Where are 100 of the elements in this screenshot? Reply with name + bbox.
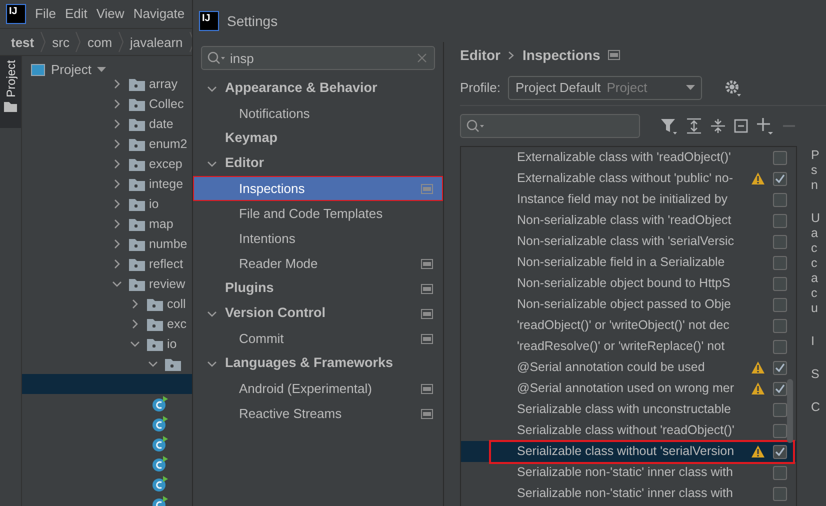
expand-chevron-icon[interactable]	[112, 99, 122, 110]
tree-row[interactable]: exc	[22, 314, 192, 334]
filter-icon[interactable]	[660, 117, 678, 135]
collapse-chevron-icon[interactable]	[207, 84, 217, 94]
expand-chevron-icon[interactable]	[112, 219, 122, 230]
tree-row[interactable]: numbe	[22, 234, 192, 254]
expand-chevron-icon[interactable]	[130, 319, 140, 330]
breadcrumb-item[interactable]: src	[52, 32, 70, 52]
settings-tree-item[interactable]: File and Code Templates	[193, 201, 443, 226]
expand-chevron-icon[interactable]	[112, 139, 122, 150]
expand-chevron-icon[interactable]	[112, 199, 122, 210]
tree-item[interactable]: io	[167, 334, 177, 354]
settings-tree-item[interactable]: Reactive Streams	[193, 401, 443, 426]
breadcrumb-item[interactable]: Editor	[460, 44, 500, 66]
search-field[interactable]: insp	[201, 46, 435, 70]
tree-item[interactable]: review	[149, 274, 186, 294]
expand-chevron-icon[interactable]	[112, 159, 122, 170]
tree-item[interactable]: numbe	[149, 234, 188, 254]
checkbox[interactable]	[773, 486, 787, 500]
settings-tree-item[interactable]: Appearance & Behavior	[193, 76, 443, 101]
inspection-row[interactable]: 'readObject()' or 'writeObject()' not dec	[461, 315, 796, 336]
checkbox[interactable]	[773, 424, 787, 438]
tree-item[interactable]: coll	[167, 294, 186, 314]
inspection-row[interactable]: Instance field may not be initialized by	[461, 189, 796, 210]
inspection-row[interactable]: @Serial annotation could be used	[461, 357, 796, 378]
inspection-row[interactable]: Serializable non-'static' inner class with	[461, 483, 796, 504]
checkbox[interactable]	[773, 382, 787, 396]
expand-chevron-icon[interactable]	[130, 299, 140, 310]
tree-row[interactable]: enum2	[22, 134, 192, 154]
tree-item[interactable]: array	[149, 74, 178, 94]
expand-chevron-icon[interactable]	[112, 179, 122, 190]
settings-tree-item[interactable]: Commit	[193, 326, 443, 351]
tree-item[interactable]: enum2	[149, 134, 188, 154]
collapse-chevron-icon[interactable]	[207, 308, 217, 318]
expand-all-icon[interactable]	[686, 118, 702, 134]
settings-tree-item[interactable]: Version Control	[193, 301, 443, 326]
checkbox[interactable]	[773, 318, 787, 332]
expand-chevron-icon[interactable]	[112, 259, 122, 270]
collapse-chevron-icon[interactable]	[207, 358, 217, 368]
expand-chevron-icon[interactable]	[112, 79, 122, 90]
collapse-chevron-icon[interactable]	[207, 158, 217, 168]
tree-row[interactable]: review	[22, 274, 192, 294]
checkbox[interactable]	[773, 466, 787, 480]
tree-row[interactable]: map	[22, 214, 192, 234]
inspection-row[interactable]: Non-serializable object passed to Obje	[461, 294, 796, 315]
collapse-icon[interactable]	[734, 119, 748, 133]
checkbox[interactable]	[773, 192, 787, 206]
add-icon[interactable]	[756, 117, 774, 135]
panel-title[interactable]: Project	[51, 60, 92, 80]
tree-item[interactable]: excep	[149, 154, 182, 174]
inspection-row[interactable]: Non-serializable class with 'serialVersic	[461, 231, 796, 252]
inspection-row[interactable]: Externalizable class without 'public' no-	[461, 168, 796, 189]
tree-row[interactable]: date	[22, 114, 192, 134]
settings-tree-item[interactable]: Languages & Frameworks	[193, 351, 443, 376]
tree-row[interactable]: Collec	[22, 94, 192, 114]
collapse-chevron-icon[interactable]	[148, 359, 158, 370]
tree-item[interactable]: map	[149, 214, 174, 234]
tree-item[interactable]: Collec	[149, 94, 184, 114]
collapse-all-icon[interactable]	[710, 118, 726, 134]
tree-item[interactable]: exc	[167, 314, 186, 334]
breadcrumb-item[interactable]: javalearn	[130, 32, 183, 52]
collapse-chevron-icon[interactable]	[130, 339, 140, 350]
checkbox[interactable]	[773, 298, 787, 312]
tree-row[interactable]: intege	[22, 174, 192, 194]
inspection-row[interactable]: 'readResolve()' or 'writeReplace()' not	[461, 336, 796, 357]
checkbox[interactable]	[773, 360, 787, 374]
breadcrumb-item[interactable]: test	[11, 32, 34, 52]
breadcrumb-item[interactable]: Inspections	[522, 44, 600, 66]
tree-item[interactable]: reflect	[149, 254, 184, 274]
settings-tree-item[interactable]: Keymap	[193, 126, 443, 151]
checkbox[interactable]	[773, 444, 787, 458]
tree-item[interactable]: intege	[149, 174, 184, 194]
checkbox[interactable]	[773, 340, 787, 354]
tree-row[interactable]: excep	[22, 154, 192, 174]
inspection-row[interactable]: Serializable class with unconstructable	[461, 399, 796, 420]
settings-tree-item[interactable]: Reader Mode	[193, 251, 443, 276]
checkbox[interactable]	[773, 276, 787, 290]
tree-item[interactable]: date	[149, 114, 174, 134]
expand-chevron-icon[interactable]	[112, 119, 122, 130]
inspection-row[interactable]: Non-serializable object bound to HttpS	[461, 273, 796, 294]
profile-dropdown[interactable]: Project Default Project	[508, 76, 702, 100]
checkbox[interactable]	[773, 150, 787, 164]
collapse-chevron-icon[interactable]	[112, 279, 122, 290]
menu-item[interactable]: View	[96, 4, 124, 24]
dropdown-caret-icon[interactable]	[97, 67, 106, 74]
settings-tree-item[interactable]: Intentions	[193, 226, 443, 251]
settings-tree-item[interactable]: Notifications	[193, 101, 443, 126]
menu-item[interactable]: File	[35, 4, 56, 24]
checkbox[interactable]	[773, 214, 787, 228]
expand-chevron-icon[interactable]	[112, 239, 122, 250]
inspection-row[interactable]: Serializable class without 'serialVersion	[461, 441, 796, 462]
inspection-row[interactable]: Non-serializable class with 'readObject	[461, 210, 796, 231]
tree-row[interactable]: reflect	[22, 254, 192, 274]
settings-tree-item[interactable]: Editor	[193, 151, 443, 176]
inspection-row[interactable]: Externalizable class with 'readObject()'	[461, 147, 796, 168]
tree-row[interactable]: coll	[22, 294, 192, 314]
tree-row[interactable]: io	[22, 194, 192, 214]
clear-icon[interactable]	[417, 53, 427, 63]
inspection-row[interactable]: @Serial annotation used on wrong mer	[461, 378, 796, 399]
search-field[interactable]	[460, 114, 640, 138]
